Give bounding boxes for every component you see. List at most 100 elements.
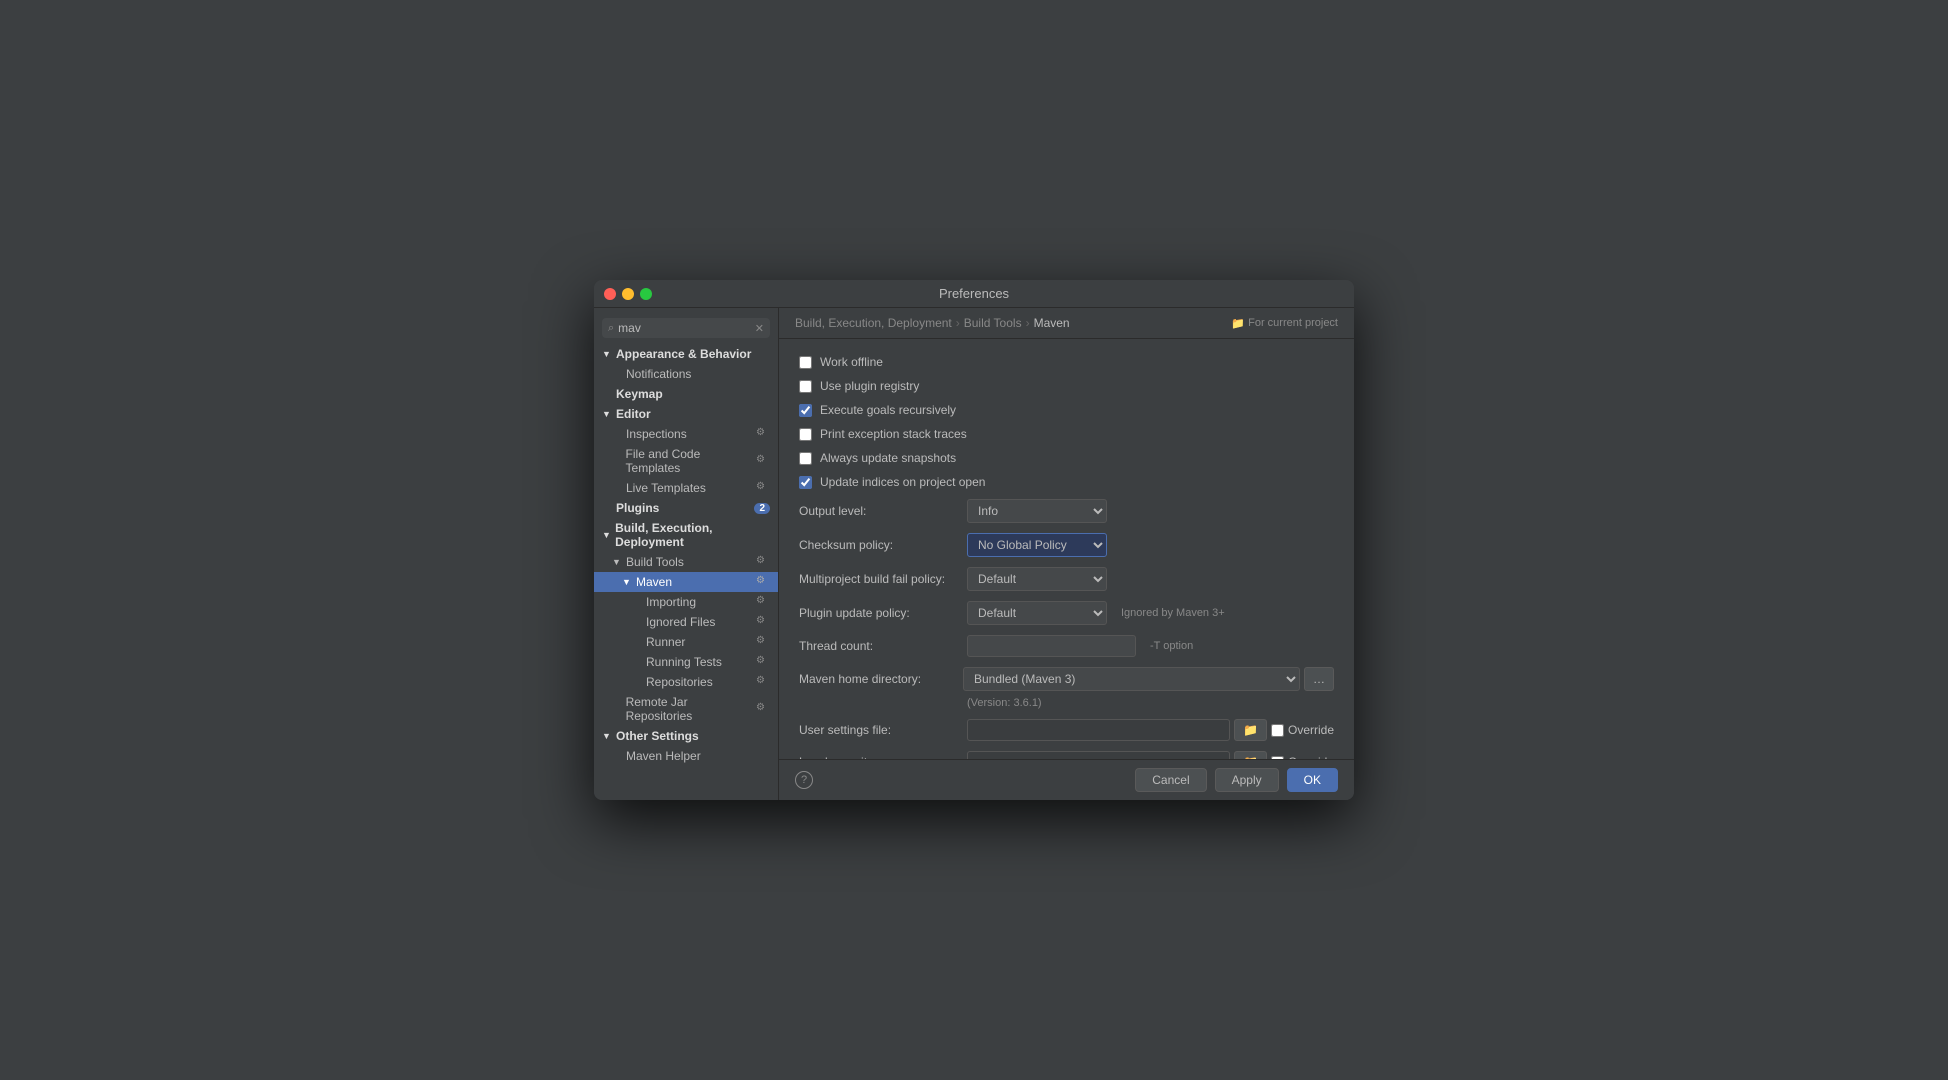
checksum-policy-label: Checksum policy: — [799, 538, 959, 552]
settings-icon: ⚙ — [756, 615, 770, 629]
always-update-checkbox[interactable] — [799, 452, 812, 465]
multiproject-build-row: Multiproject build fail policy: Default … — [799, 567, 1334, 591]
local-repository-input[interactable] — [967, 751, 1230, 759]
sidebar-item-build-tools[interactable]: ▼ Build Tools ⚙ — [594, 552, 778, 572]
breadcrumb-sep1: › — [956, 316, 960, 330]
use-plugin-registry-label[interactable]: Use plugin registry — [820, 379, 919, 393]
multiproject-build-select[interactable]: Default Fail at End Fail Fast Never — [967, 567, 1107, 591]
sidebar-item-remote-jar[interactable]: Remote Jar Repositories ⚙ — [594, 692, 778, 726]
clear-search-icon[interactable]: ✕ — [755, 322, 764, 335]
window-title: Preferences — [939, 286, 1009, 301]
update-indices-label[interactable]: Update indices on project open — [820, 475, 985, 489]
sidebar-item-running-tests[interactable]: Running Tests ⚙ — [594, 652, 778, 672]
sidebar-item-appearance[interactable]: ▼ Appearance & Behavior — [594, 344, 778, 364]
maven-home-label: Maven home directory: — [799, 672, 959, 686]
settings-icon: ⚙ — [756, 595, 770, 609]
sidebar-item-keymap[interactable]: Keymap — [594, 384, 778, 404]
plugin-update-hint: Ignored by Maven 3+ — [1121, 607, 1225, 619]
for-project-label: 📁 For current project — [1231, 317, 1338, 330]
sidebar-item-live-templates[interactable]: Live Templates ⚙ — [594, 478, 778, 498]
arrow-icon: ▼ — [602, 349, 612, 359]
help-button[interactable]: ? — [795, 771, 813, 789]
output-level-select[interactable]: Info Debug Quiet — [967, 499, 1107, 523]
settings-icon: ⚙ — [756, 702, 770, 716]
use-plugin-registry-checkbox[interactable] — [799, 380, 812, 393]
user-settings-input[interactable] — [967, 719, 1230, 741]
always-update-label[interactable]: Always update snapshots — [820, 451, 956, 465]
execute-goals-checkbox[interactable] — [799, 404, 812, 417]
sidebar-item-build-execution[interactable]: ▼ Build, Execution, Deployment — [594, 518, 778, 552]
maven-home-input-wrap: Bundled (Maven 3) … — [963, 667, 1334, 691]
use-plugin-registry-row: Use plugin registry — [799, 379, 1334, 393]
sidebar: ⌕ mav ✕ ▼ Appearance & Behavior Notifica… — [594, 308, 779, 800]
search-input[interactable]: mav — [618, 321, 751, 335]
update-indices-checkbox[interactable] — [799, 476, 812, 489]
print-exception-row: Print exception stack traces — [799, 427, 1334, 441]
sidebar-item-editor[interactable]: ▼ Editor — [594, 404, 778, 424]
search-icon: ⌕ — [608, 322, 614, 335]
sidebar-item-file-code-templates[interactable]: File and Code Templates ⚙ — [594, 444, 778, 478]
ok-button[interactable]: OK — [1287, 768, 1338, 792]
breadcrumb-part1: Build, Execution, Deployment — [795, 316, 952, 330]
user-settings-label: User settings file: — [799, 723, 959, 737]
output-level-row: Output level: Info Debug Quiet — [799, 499, 1334, 523]
multiproject-build-label: Multiproject build fail policy: — [799, 572, 959, 586]
minimize-button[interactable] — [622, 288, 634, 300]
cancel-button[interactable]: Cancel — [1135, 768, 1206, 792]
execute-goals-label[interactable]: Execute goals recursively — [820, 403, 956, 417]
settings-icon: ⚙ — [756, 675, 770, 689]
maven-home-browse-button[interactable]: … — [1304, 667, 1334, 691]
settings-icon: ⚙ — [756, 655, 770, 669]
settings-icon: ⚙ — [756, 555, 770, 569]
breadcrumb-part3: Maven — [1034, 316, 1070, 330]
maven-home-select[interactable]: Bundled (Maven 3) — [963, 667, 1300, 691]
local-repository-browse-button[interactable]: 📁 — [1234, 751, 1267, 759]
sidebar-item-ignored-files[interactable]: Ignored Files ⚙ — [594, 612, 778, 632]
user-settings-browse-button[interactable]: 📁 — [1234, 719, 1267, 741]
checksum-policy-select[interactable]: No Global Policy Strict Warn Fail Ignore — [967, 533, 1107, 557]
thread-count-row: Thread count: -T option — [799, 635, 1334, 657]
arrow-icon: ▼ — [602, 530, 611, 540]
print-exception-checkbox[interactable] — [799, 428, 812, 441]
search-box[interactable]: ⌕ mav ✕ — [602, 318, 770, 338]
work-offline-label[interactable]: Work offline — [820, 355, 883, 369]
arrow-icon: ▼ — [622, 577, 632, 587]
print-exception-label[interactable]: Print exception stack traces — [820, 427, 967, 441]
close-button[interactable] — [604, 288, 616, 300]
sidebar-item-notifications[interactable]: Notifications — [594, 364, 778, 384]
local-repository-input-wrap: 📁 Override — [967, 751, 1334, 759]
plugin-update-select[interactable]: Default Always Never Daily — [967, 601, 1107, 625]
sidebar-item-maven[interactable]: ▼ Maven ⚙ — [594, 572, 778, 592]
user-settings-override-label[interactable]: Override — [1288, 723, 1334, 737]
thread-count-input[interactable] — [967, 635, 1136, 657]
maximize-button[interactable] — [640, 288, 652, 300]
apply-button[interactable]: Apply — [1215, 768, 1279, 792]
footer-left: ? — [795, 771, 813, 789]
maven-home-row: Maven home directory: Bundled (Maven 3) … — [799, 667, 1334, 691]
work-offline-checkbox[interactable] — [799, 356, 812, 369]
arrow-icon: ▼ — [602, 731, 612, 741]
arrow-icon: ▼ — [602, 409, 612, 419]
sidebar-item-other-settings[interactable]: ▼ Other Settings — [594, 726, 778, 746]
window-controls — [604, 288, 652, 300]
sidebar-item-inspections[interactable]: Inspections ⚙ — [594, 424, 778, 444]
user-settings-override-checkbox[interactable] — [1271, 724, 1284, 737]
always-update-row: Always update snapshots — [799, 451, 1334, 465]
footer: ? Cancel Apply OK — [779, 759, 1354, 800]
sidebar-item-maven-helper[interactable]: Maven Helper — [594, 746, 778, 766]
sidebar-item-repositories[interactable]: Repositories ⚙ — [594, 672, 778, 692]
plugins-badge: 2 — [754, 503, 770, 514]
main-content: ⌕ mav ✕ ▼ Appearance & Behavior Notifica… — [594, 308, 1354, 800]
output-level-label: Output level: — [799, 504, 959, 518]
local-repository-row: Local repository: 📁 Override — [799, 751, 1334, 759]
settings-icon: ⚙ — [756, 635, 770, 649]
sidebar-item-runner[interactable]: Runner ⚙ — [594, 632, 778, 652]
breadcrumb-sep2: › — [1026, 316, 1030, 330]
sidebar-item-plugins[interactable]: Plugins 2 — [594, 498, 778, 518]
settings-icon: ⚙ — [756, 481, 770, 495]
user-settings-override-wrap: Override — [1271, 723, 1334, 737]
thread-count-label: Thread count: — [799, 639, 959, 653]
plugin-update-row: Plugin update policy: Default Always Nev… — [799, 601, 1334, 625]
user-settings-row: User settings file: 📁 Override — [799, 719, 1334, 741]
sidebar-item-importing[interactable]: Importing ⚙ — [594, 592, 778, 612]
